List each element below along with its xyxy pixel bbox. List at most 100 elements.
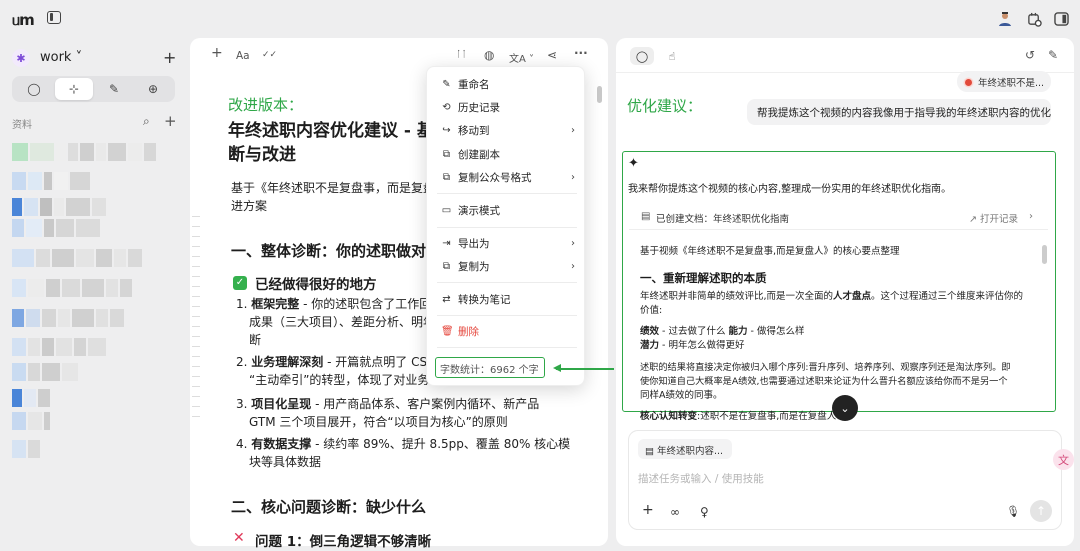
list-item[interactable] — [12, 389, 50, 407]
share-icon[interactable]: ⋖ — [547, 48, 557, 62]
ai-paragraph: 述职的结果将直接决定你被归入哪个序列:晋升序列、培养序列、观察序列还是淘汰序列。… — [640, 362, 1011, 373]
move-icon: ↪ — [442, 125, 451, 136]
globe-mode-icon[interactable]: ⊕ — [134, 78, 172, 100]
ai-assistant-icon[interactable]: ᛙᛙ — [456, 50, 467, 60]
suggestion-label: 优化建议： — [627, 97, 703, 115]
ai-paragraph: 价值: — [640, 305, 663, 316]
avatar[interactable] — [996, 10, 1014, 28]
translate-float-icon[interactable]: 文 — [1053, 449, 1074, 470]
lightbulb-icon[interactable]: ♀ — [700, 505, 709, 519]
list-item-cont: “主动牵引”的转型，体现了对业务 — [249, 373, 430, 387]
reference-pill[interactable]: 年终述职不是... — [957, 71, 1051, 92]
copy-icon: ⧉ — [442, 261, 451, 272]
history-icon[interactable]: ↺ — [1025, 48, 1035, 62]
new-chat-icon[interactable]: ✎ — [1048, 48, 1058, 62]
add-block-button[interactable]: + — [211, 45, 223, 61]
menu-item-presentation[interactable]: ▭ 演示模式 — [441, 203, 575, 218]
ai-paragraph: 基于视频《年终述职不是复盘事,而是复盘人》的核心要点整理 — [640, 246, 900, 257]
workspace-icon: ✱ — [12, 49, 30, 67]
library-add-icon[interactable]: + — [164, 112, 177, 130]
workspace-selector[interactable]: work ˅ — [40, 50, 82, 65]
ai-paragraph: 同样A绩效的同事。 — [640, 390, 723, 401]
list-item[interactable] — [12, 249, 142, 267]
chevron-right-icon: › — [571, 238, 575, 249]
ai-heading: 一、重新理解述职的本质 — [640, 271, 767, 285]
list-item[interactable] — [12, 172, 90, 190]
library-label: 资料 — [12, 120, 32, 131]
link-icon[interactable]: ∞ — [670, 505, 680, 519]
subheading-good: 已经做得很好的地方 — [255, 277, 377, 293]
record-icon — [965, 79, 972, 86]
ai-paragraph: 核心认知转变:述职不是在复盘事,而是在复盘人 — [640, 411, 837, 422]
chat-mode-icon[interactable]: ◯ — [15, 78, 53, 100]
section-heading-1: 一、整体诊断：你的述职做对 — [231, 242, 427, 260]
palette-icon[interactable]: ◍ — [484, 48, 494, 62]
presentation-icon: ▭ — [441, 205, 452, 216]
doc-title-line2: 断与改进 — [228, 145, 296, 165]
send-button[interactable]: ↑ — [1030, 500, 1052, 522]
menu-item-copy-as[interactable]: ⧉ 复制为 › — [441, 259, 575, 274]
list-item[interactable] — [12, 279, 132, 297]
draw-mode-icon[interactable]: ✎ — [95, 78, 133, 100]
menu-item-copy-wechat[interactable]: ⧉ 复制公众号格式 › — [441, 170, 575, 185]
add-attachment-button[interactable]: + — [642, 502, 654, 518]
list-item[interactable] — [12, 338, 106, 356]
list-item[interactable] — [12, 412, 50, 430]
search-icon[interactable]: ⌕ — [143, 114, 150, 129]
document-icon: ▤ — [645, 446, 657, 457]
chevron-right-icon[interactable]: › — [1029, 211, 1033, 222]
menu-item-rename[interactable]: ✎ 重命名 — [441, 77, 575, 92]
calendar-settings-icon[interactable] — [1025, 10, 1043, 28]
list-item-cont: GTM 三个项目展开，符合“以项目为核心”的原则 — [249, 415, 508, 429]
list-item[interactable] — [12, 219, 100, 237]
chat-tab-icon[interactable]: ◯ — [630, 47, 654, 65]
menu-item-export[interactable]: ⇥ 导出为 › — [441, 236, 575, 251]
microphone-icon[interactable]: 🎙 — [1006, 505, 1020, 518]
list-item-cont: 断 — [249, 333, 262, 347]
trash-icon: 🗑 — [441, 326, 454, 337]
list-item-cont: 块等具体数据 — [249, 455, 322, 469]
history-icon: ⟲ — [442, 102, 451, 113]
pointer-tab-icon[interactable]: ☝ — [660, 47, 684, 65]
ai-list-item: 潜力 - 明年怎么做得更好 — [640, 340, 745, 351]
document-icon: ▤ — [641, 211, 651, 222]
edit-icon: ✎ — [442, 79, 451, 90]
sidebar-toggle-icon[interactable] — [47, 11, 61, 24]
checkmark-icon: ✓ — [233, 276, 247, 290]
more-options-menu: ✎ 重命名 ⟲ 历史记录 ↪ 移动到 › ⧉ 创建副本 ⧉ 复制公众号格式 › ▭ 演示模式 ⇥… — [426, 66, 585, 386]
ai-paragraph: 年终述职并非简单的绩效评比,而是一次全面的人才盘点。这个过程通过三个维度来评估你… — [640, 291, 1024, 302]
menu-item-convert-note[interactable]: ⇄ 转换为笔记 — [441, 292, 575, 307]
more-options-icon[interactable]: ··· — [574, 46, 588, 60]
chevron-right-icon: › — [571, 172, 575, 183]
right-panel-toggle-icon[interactable] — [1052, 10, 1070, 28]
menu-item-delete[interactable]: 🗑 删除 — [441, 324, 575, 339]
menu-item-history[interactable]: ⟲ 历史记录 — [441, 100, 575, 115]
menu-item-move-to[interactable]: ↪ 移动到 › — [441, 123, 575, 138]
scroll-down-button[interactable]: ⌄ — [832, 395, 858, 421]
new-item-button[interactable]: + — [163, 48, 176, 67]
app-logo: ᥙm — [12, 11, 35, 29]
intro-line1: 基于《年终述职不是复盘事，而是复盘 — [231, 181, 436, 195]
translate-icon[interactable]: 文A ˅ — [509, 50, 534, 65]
chat-input[interactable]: 描述任务或输入 / 使用技能 — [638, 471, 764, 486]
list-item[interactable] — [12, 363, 78, 381]
list-item[interactable] — [12, 143, 156, 161]
ai-content-scrollbar[interactable] — [1042, 245, 1047, 264]
spark-mode-icon[interactable]: ⊹ — [55, 78, 93, 100]
font-button[interactable]: Aa — [236, 50, 250, 62]
list-item[interactable] — [12, 309, 124, 327]
ai-paragraph: 使你知道自己大概率是A绩效,也需要通过述职来论证为什么晋升名额应该给你而不是另一… — [640, 376, 1008, 387]
ai-intro: 我来帮你提炼这个视频的核心内容,整理成一份实用的年终述职优化指南。 — [628, 184, 952, 195]
sparkle-icon: ✦ — [628, 156, 639, 171]
document-scrollbar[interactable] — [597, 86, 602, 103]
menu-item-duplicate[interactable]: ⧉ 创建副本 — [441, 147, 575, 162]
subheading-problem: 问题 1：倒三角逻辑不够清晰 — [255, 534, 432, 550]
chevron-right-icon: › — [571, 261, 575, 272]
word-count: 字数统计：6962 个字 — [435, 357, 545, 378]
attachment-chip[interactable]: ▤ 年终述职内容... — [638, 439, 732, 459]
open-record-link[interactable]: ↗ 打开记录 — [969, 211, 1018, 225]
list-item[interactable] — [12, 440, 40, 458]
version-label: 改进版本： — [228, 96, 304, 114]
check-icon[interactable]: ✓✓ — [262, 50, 277, 60]
list-item[interactable] — [12, 198, 106, 216]
